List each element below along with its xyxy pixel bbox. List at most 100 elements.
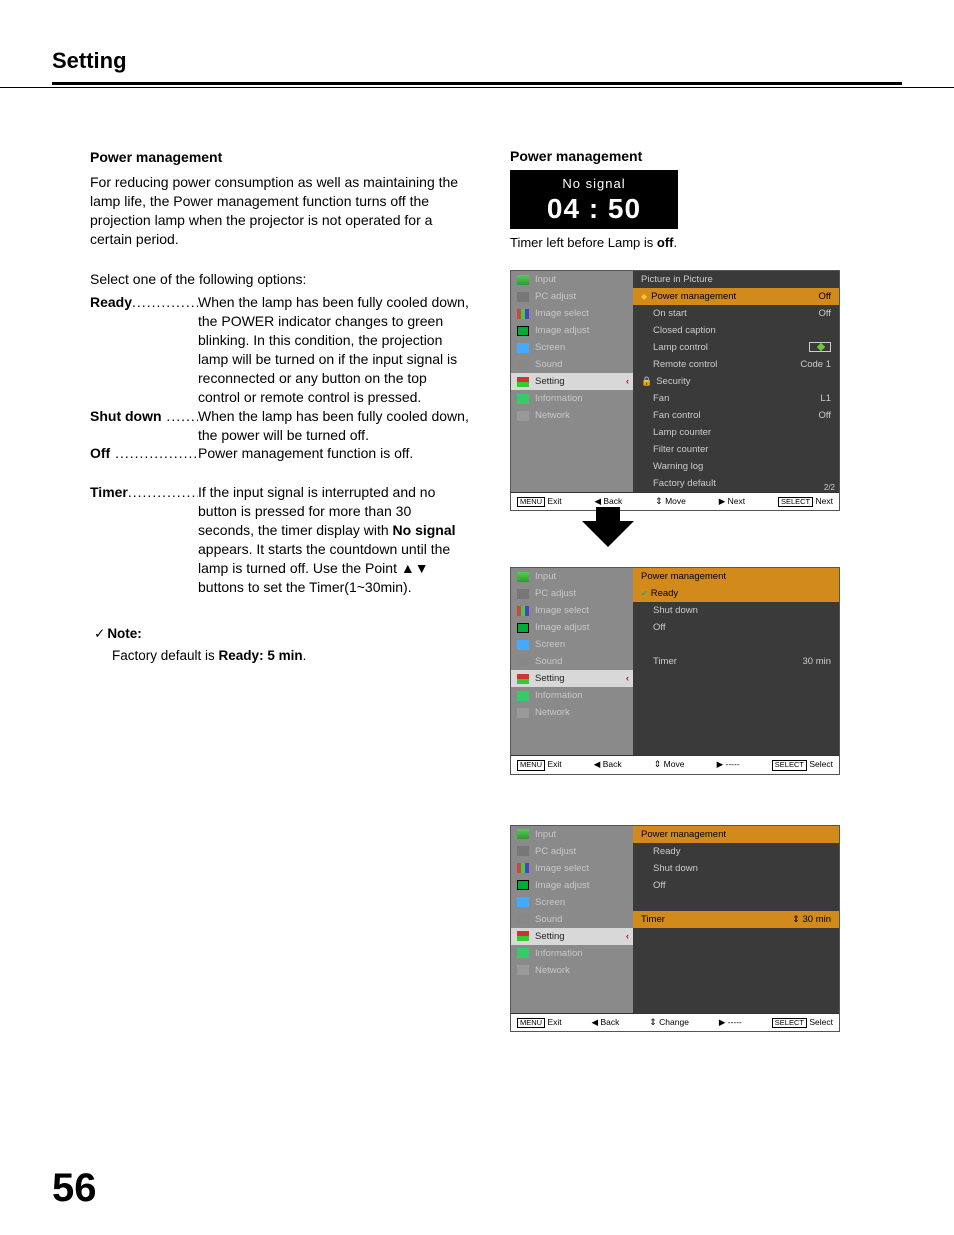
osd-main-panel: Power management ✔Ready Shut down Off Ti…	[633, 568, 839, 755]
sidebar-item-setting: Setting	[511, 928, 633, 945]
setting-icon	[517, 377, 529, 387]
sidebar-item-sound: Sound	[511, 653, 633, 670]
updown-icon: ⇕	[654, 759, 662, 769]
menu-row-spacer	[633, 670, 839, 687]
check-icon: ✔	[641, 589, 648, 598]
image-adjust-icon	[517, 623, 529, 633]
info-icon	[517, 394, 529, 404]
sidebar-item-imgsel: Image select	[511, 305, 633, 322]
menu-key-icon: MENU	[517, 1018, 545, 1028]
input-icon	[517, 275, 529, 285]
option-term: Shut down ..........	[90, 407, 198, 426]
sidebar-item-info: Information	[511, 390, 633, 407]
menu-row: Remote controlCode 1	[633, 356, 839, 373]
menu-row: Lamp counter	[633, 424, 839, 441]
select-key-icon: SELECT	[772, 760, 807, 770]
note-block: ✓Note: Factory default is Ready: 5 min.	[94, 625, 470, 665]
sidebar-item-screen: Screen	[511, 636, 633, 653]
header-rule	[52, 82, 902, 85]
image-select-icon	[517, 606, 529, 616]
menu-row: Picture in Picture	[633, 271, 839, 288]
menu-row: Ready	[633, 843, 839, 860]
osd-sidebar: Input PC adjust Image select Image adjus…	[511, 271, 633, 492]
updown-icon: ⇕	[649, 1017, 657, 1027]
no-signal-label: No signal	[510, 176, 678, 191]
option-term: Timer...................	[90, 483, 198, 502]
timer-caption: Timer left before Lamp is off.	[510, 235, 870, 250]
note-label: Note:	[107, 626, 142, 641]
option-ready: Ready.................. When the lamp ha…	[90, 293, 470, 406]
screen-icon	[517, 897, 529, 907]
menu-key-icon: MENU	[517, 760, 545, 770]
image-adjust-icon	[517, 326, 529, 336]
network-icon	[517, 411, 529, 421]
setting-icon	[517, 674, 529, 684]
osd-sidebar: Input PC adjust Image select Image adjus…	[511, 826, 633, 1013]
osd-screenshot-2: Input PC adjust Image select Image adjus…	[510, 567, 840, 774]
sidebar-item-imgadj: Image adjust	[511, 877, 633, 894]
menu-row-spacer	[633, 996, 839, 1013]
screen-icon	[517, 640, 529, 650]
osd-main-panel: Picture in Picture ◆Power managementOff …	[633, 271, 839, 492]
option-desc: If the input signal is interrupted and n…	[198, 483, 470, 596]
menu-row: Closed caption	[633, 322, 839, 339]
sidebar-item-pc: PC adjust	[511, 843, 633, 860]
diamond-icon: ◆	[641, 292, 647, 301]
osd-screenshot-3: Input PC adjust Image select Image adjus…	[510, 825, 840, 1032]
select-key-icon: SELECT	[772, 1018, 807, 1028]
screen-icon	[517, 343, 529, 353]
page-header: Setting	[0, 0, 954, 80]
countdown-clock: 04 : 50	[510, 193, 678, 225]
menu-row-spacer	[633, 962, 839, 979]
image-select-icon	[517, 863, 529, 873]
menu-row: Shut down	[633, 602, 839, 619]
menu-row: Lamp control	[633, 339, 839, 356]
option-desc: Power management function is off.	[198, 444, 470, 463]
sidebar-item-network: Network	[511, 962, 633, 979]
option-term: Off .......................	[90, 444, 198, 463]
info-icon	[517, 691, 529, 701]
menu-row-spacer	[633, 721, 839, 738]
osd-footer: MENU Exit ◀ Back ⇕ Move ▶ Next SELECT Ne…	[511, 492, 839, 510]
lock-icon: 🔒	[641, 376, 652, 387]
sidebar-item-sound: Sound	[511, 911, 633, 928]
sidebar-item-info: Information	[511, 945, 633, 962]
menu-title-row: Power management	[633, 568, 839, 585]
setting-icon	[517, 931, 529, 941]
sidebar-item-setting: Setting	[511, 670, 633, 687]
sidebar-item-imgsel: Image select	[511, 860, 633, 877]
intro-paragraph: For reducing power consumption as well a…	[90, 173, 470, 249]
section-heading: Power management	[90, 148, 470, 167]
menu-row-spacer	[633, 979, 839, 996]
menu-row-spacer	[633, 945, 839, 962]
sidebar-item-sound: Sound	[511, 356, 633, 373]
menu-row: Off	[633, 619, 839, 636]
menu-row: Off	[633, 877, 839, 894]
sidebar-item-screen: Screen	[511, 339, 633, 356]
input-icon	[517, 829, 529, 839]
menu-row: On startOff	[633, 305, 839, 322]
network-icon	[517, 708, 529, 718]
osd-screenshot-1: Input PC adjust Image select Image adjus…	[510, 270, 840, 511]
sidebar-item-info: Information	[511, 687, 633, 704]
image-adjust-icon	[517, 880, 529, 890]
select-key-icon: SELECT	[778, 497, 813, 507]
info-icon	[517, 948, 529, 958]
menu-row-highlighted: ◆Power managementOff	[633, 288, 839, 305]
network-icon	[517, 965, 529, 975]
updown-icon: ⇕	[655, 496, 663, 506]
sound-icon	[517, 657, 529, 667]
menu-row-spacer	[633, 738, 839, 755]
timer-display: No signal 04 : 50	[510, 170, 678, 229]
sidebar-item-imgsel: Image select	[511, 602, 633, 619]
updown-arrows-icon: ▲▼	[401, 560, 429, 576]
page-indicator: 2/2	[824, 483, 835, 492]
image-select-icon	[517, 309, 529, 319]
menu-row: Shut down	[633, 860, 839, 877]
osd-main-panel: Power management Ready Shut down Off Tim…	[633, 826, 839, 1013]
osd-footer: MENU Exit ◀ Back ⇕ Change ▶ ----- SELECT…	[511, 1013, 839, 1031]
note-body: Factory default is Ready: 5 min.	[112, 647, 470, 665]
menu-row-highlighted: ✔Ready	[633, 585, 839, 602]
down-arrow-icon	[582, 521, 634, 547]
menu-row: Warning log	[633, 458, 839, 475]
